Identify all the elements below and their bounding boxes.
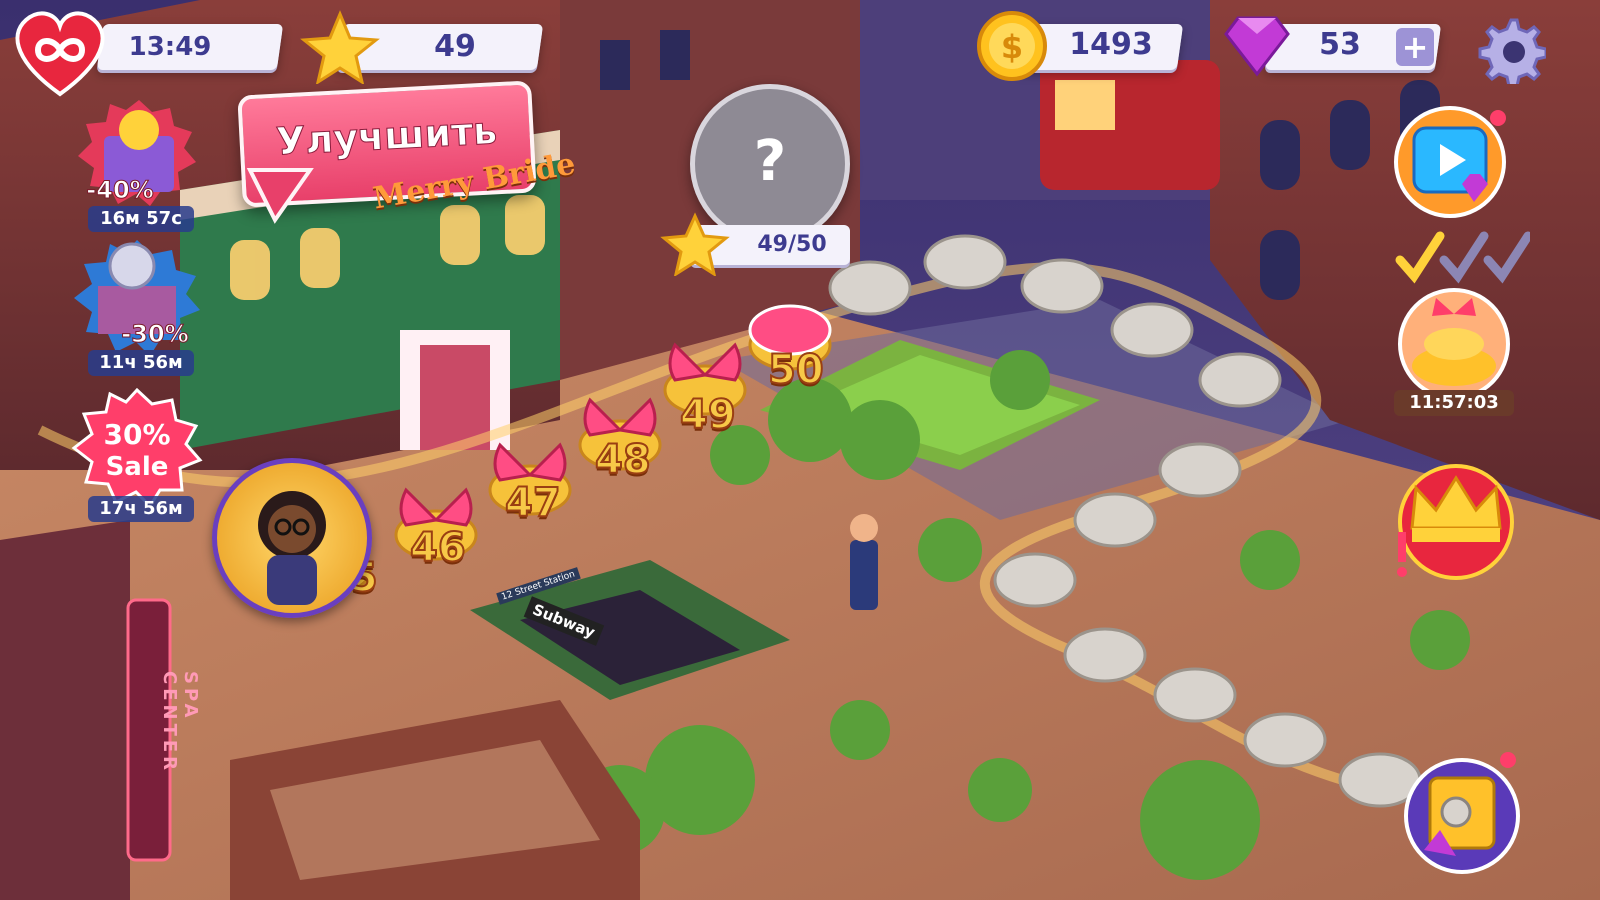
level-label-46[interactable]: 46 [409, 524, 467, 572]
offer-gift-bag-button[interactable]: -40% 16м 57с [74, 96, 204, 232]
play-video-icon [1394, 106, 1506, 218]
add-gems-label: + [1401, 28, 1429, 66]
cake-event-timer: 11:57:03 [1394, 390, 1514, 416]
offer-disco-button[interactable]: -30% 11ч 56м [70, 236, 204, 376]
lives-timer: 13:49 [128, 32, 212, 62]
star-icon [300, 10, 380, 84]
coins-count: 1493 [1069, 27, 1153, 62]
gear-icon[interactable] [1476, 14, 1546, 84]
progress-star-icon [660, 212, 730, 276]
upgrade-tooltip-label: Улучшить [275, 108, 499, 165]
offer-2-timer: 11ч 56м [88, 350, 194, 376]
level-label-49[interactable]: 49 [679, 391, 737, 439]
gems-count: 53 [1319, 27, 1361, 62]
level-label-50[interactable]: 50 [767, 346, 825, 394]
gift-bow-49 [668, 342, 742, 382]
crown-event-button[interactable] [1392, 458, 1522, 588]
gift-bow-46 [399, 487, 473, 527]
treasure-safe-icon [1404, 752, 1520, 874]
offer-2-discount: -30% [121, 320, 189, 349]
sale-badge-button[interactable]: 30% Sale 17ч 56м [70, 387, 204, 528]
offer-1-timer: 16м 57с [88, 206, 194, 232]
offer-1-discount: -40% [86, 176, 154, 205]
daily-checkmarks-icon [1395, 231, 1530, 284]
level-label-48[interactable]: 48 [594, 436, 652, 484]
tooltip-arrow-icon [246, 168, 314, 224]
treasure-safe-button[interactable] [1400, 750, 1530, 880]
level-label-47[interactable]: 47 [504, 479, 562, 527]
star-progress-value: 49/50 [757, 232, 827, 257]
crown-icon [1397, 464, 1514, 580]
sale-percent: 30% [103, 418, 171, 451]
stylist-portrait-button[interactable] [212, 458, 372, 618]
stars-count: 49 [434, 29, 476, 64]
add-gems-button[interactable]: + [1396, 28, 1434, 66]
svg-text:$: $ [1001, 28, 1023, 66]
coin-icon: $ [977, 11, 1047, 81]
cake-icon [1398, 288, 1510, 400]
spa-center-sign: SPA CENTER [159, 671, 201, 775]
cake-event-button[interactable]: 11:57:03 [1392, 284, 1522, 444]
stylist-avatar-icon [258, 491, 326, 605]
mystery-question-mark: ? [753, 129, 787, 194]
gift-bow-48 [583, 397, 657, 437]
gift-bow-47 [493, 442, 567, 482]
infinite-heart-icon[interactable] [8, 6, 112, 98]
gem-icon [1224, 16, 1290, 77]
watch-video-button[interactable] [1392, 104, 1512, 224]
sale-label: Sale [105, 452, 169, 482]
offer-3-timer: 17ч 56м [88, 496, 194, 522]
